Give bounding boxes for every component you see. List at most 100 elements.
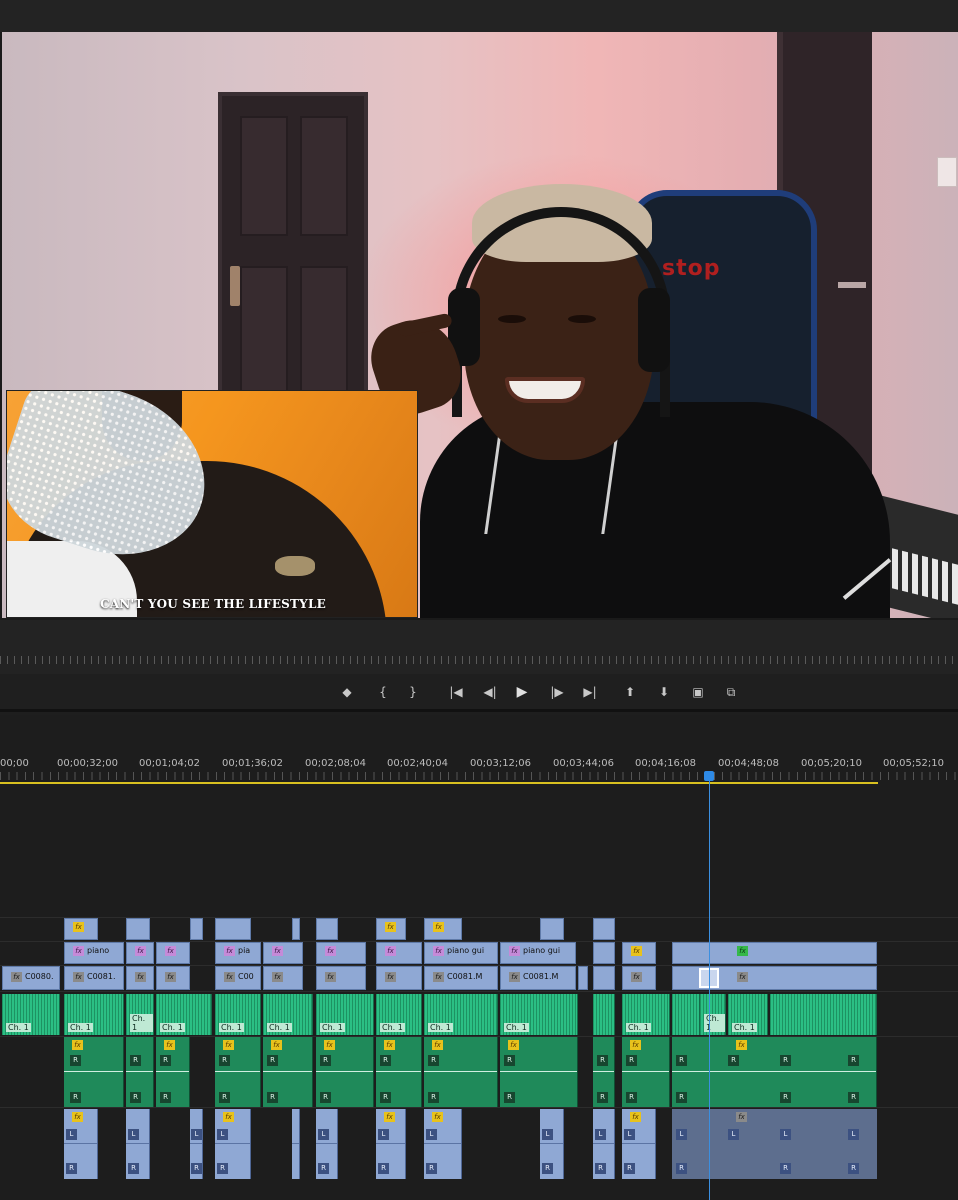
fx-badge[interactable]: fx <box>737 946 748 956</box>
video-clip[interactable]: fx piano <box>64 942 124 964</box>
fx-badge[interactable]: fx <box>164 1040 175 1050</box>
fx-badge[interactable]: fx <box>631 972 642 982</box>
video-clip[interactable] <box>292 918 300 940</box>
fx-badge[interactable]: fx <box>509 946 520 956</box>
music-audio-clip[interactable] <box>292 1109 300 1179</box>
video-clip[interactable]: fx <box>622 966 656 990</box>
fx-badge[interactable]: fx <box>72 1112 83 1122</box>
video-clip[interactable]: fx C0080. <box>2 966 60 990</box>
fx-badge[interactable]: fx <box>224 946 235 956</box>
fx-badge[interactable]: fx <box>224 972 235 982</box>
step-back-button[interactable]: ◀| <box>480 682 500 702</box>
video-clip[interactable]: fx pia <box>215 942 261 964</box>
video-clip[interactable] <box>540 918 564 940</box>
fx-badge[interactable]: fx <box>325 946 336 956</box>
video-clip[interactable]: fx <box>126 942 154 964</box>
music-audio-clip[interactable]: LR <box>190 1109 203 1179</box>
fx-badge[interactable]: fx <box>630 1112 641 1122</box>
fx-badge[interactable]: fx <box>433 922 444 932</box>
audio-clip[interactable]: Ch. 1 <box>126 994 154 1035</box>
video-clip[interactable]: fx C00 <box>215 966 261 990</box>
play-button[interactable]: ▶ <box>512 682 532 702</box>
mark-in-button[interactable]: { <box>373 682 393 702</box>
video-clip[interactable]: fx C0081. <box>64 966 124 990</box>
audio-clip[interactable] <box>770 994 877 1035</box>
video-clip[interactable]: fx <box>263 966 303 990</box>
fx-badge[interactable]: fx <box>737 972 748 982</box>
fx-badge[interactable]: fx <box>165 972 176 982</box>
stereo-audio-clip[interactable]: RR <box>126 1037 154 1107</box>
audio-clip[interactable]: Ch. 1 <box>156 994 212 1035</box>
video-clip[interactable]: fx C0081.M <box>500 966 576 990</box>
audio-clip[interactable]: Ch. 1 <box>215 994 261 1035</box>
stereo-audio-clip[interactable]: fx R R <box>376 1037 422 1107</box>
fx-badge[interactable]: fx <box>223 1040 234 1050</box>
disabled-audio-clip[interactable]: fx L L L L R R R <box>672 1109 877 1179</box>
music-audio-clip[interactable]: LR <box>126 1109 150 1179</box>
stereo-audio-clip[interactable]: fx R R <box>500 1037 578 1107</box>
stereo-audio-clip[interactable]: fx R R <box>215 1037 261 1107</box>
fx-badge[interactable]: fx <box>271 1040 282 1050</box>
video-clip[interactable] <box>593 918 615 940</box>
fx-badge[interactable]: fx <box>73 946 84 956</box>
video-clip[interactable]: fx <box>156 942 190 964</box>
fx-badge[interactable]: fx <box>433 972 444 982</box>
fx-badge[interactable]: fx <box>736 1112 747 1122</box>
fx-badge[interactable]: fx <box>631 946 642 956</box>
stereo-audio-clip[interactable]: fx R R <box>64 1037 124 1107</box>
fx-badge[interactable]: fx <box>385 972 396 982</box>
fx-badge[interactable]: fx <box>432 1112 443 1122</box>
music-audio-clip[interactable]: fx L R <box>376 1109 406 1179</box>
video-clip[interactable]: fx <box>156 966 190 990</box>
fx-badge[interactable]: fx <box>135 946 146 956</box>
stereo-audio-clip[interactable]: fx R R <box>263 1037 313 1107</box>
go-to-out-button[interactable]: ▶| <box>580 682 600 702</box>
playhead-line[interactable] <box>709 781 710 1200</box>
fx-badge[interactable]: fx <box>324 1040 335 1050</box>
video-clip[interactable]: fx <box>376 942 422 964</box>
video-clip[interactable]: fx <box>622 942 656 964</box>
audio-clip[interactable]: Ch. 1 <box>2 994 60 1035</box>
fx-badge[interactable]: fx <box>73 922 84 932</box>
video-clip[interactable]: fx <box>672 942 877 964</box>
music-audio-clip[interactable]: fx L R <box>424 1109 462 1179</box>
audio-clip[interactable]: Ch. 1 <box>700 994 726 1035</box>
fx-badge[interactable]: fx <box>433 946 444 956</box>
music-audio-clip[interactable]: LR <box>316 1109 338 1179</box>
audio-clip[interactable] <box>672 994 700 1035</box>
fx-badge[interactable]: fx <box>165 946 176 956</box>
timeline-ruler[interactable] <box>0 772 958 780</box>
fx-badge[interactable]: fx <box>272 946 283 956</box>
fx-badge[interactable]: fx <box>509 972 520 982</box>
audio-clip[interactable]: Ch. 1 <box>622 994 670 1035</box>
video-clip[interactable]: fx C0081.M <box>424 966 498 990</box>
monitor-scrub-bar[interactable] <box>0 620 958 674</box>
music-audio-clip[interactable]: LR <box>540 1109 564 1179</box>
extract-button[interactable]: ⬇ <box>654 682 674 702</box>
fx-badge[interactable]: fx <box>385 946 396 956</box>
go-to-in-button[interactable]: |◀ <box>446 682 466 702</box>
video-clip[interactable] <box>126 918 150 940</box>
fx-badge[interactable]: fx <box>72 1040 83 1050</box>
audio-clip[interactable]: Ch. 1 <box>376 994 422 1035</box>
export-frame-button[interactable]: ▣ <box>688 682 708 702</box>
music-audio-clip[interactable]: LR <box>593 1109 615 1179</box>
playhead-handle[interactable] <box>704 771 714 781</box>
video-clip[interactable]: fx piano gui <box>424 942 498 964</box>
fx-badge[interactable]: fx <box>385 922 396 932</box>
video-clip[interactable]: fx <box>263 942 303 964</box>
video-clip[interactable]: fx <box>126 966 154 990</box>
video-clip[interactable]: fx <box>316 966 366 990</box>
stereo-audio-clip[interactable]: RR <box>593 1037 615 1107</box>
mark-out-button[interactable]: } <box>403 682 423 702</box>
fx-badge[interactable]: fx <box>736 1040 747 1050</box>
video-clip[interactable]: fx <box>424 918 462 940</box>
audio-clip[interactable]: Ch. 1 <box>263 994 313 1035</box>
stereo-audio-clip[interactable]: fx R R <box>622 1037 670 1107</box>
fx-badge[interactable]: fx <box>272 972 283 982</box>
audio-clip[interactable]: Ch. 1 <box>316 994 374 1035</box>
video-clip[interactable] <box>593 966 615 990</box>
video-clip[interactable] <box>578 966 588 990</box>
video-clip[interactable] <box>190 918 203 940</box>
stereo-audio-clip[interactable]: fx R R <box>316 1037 374 1107</box>
